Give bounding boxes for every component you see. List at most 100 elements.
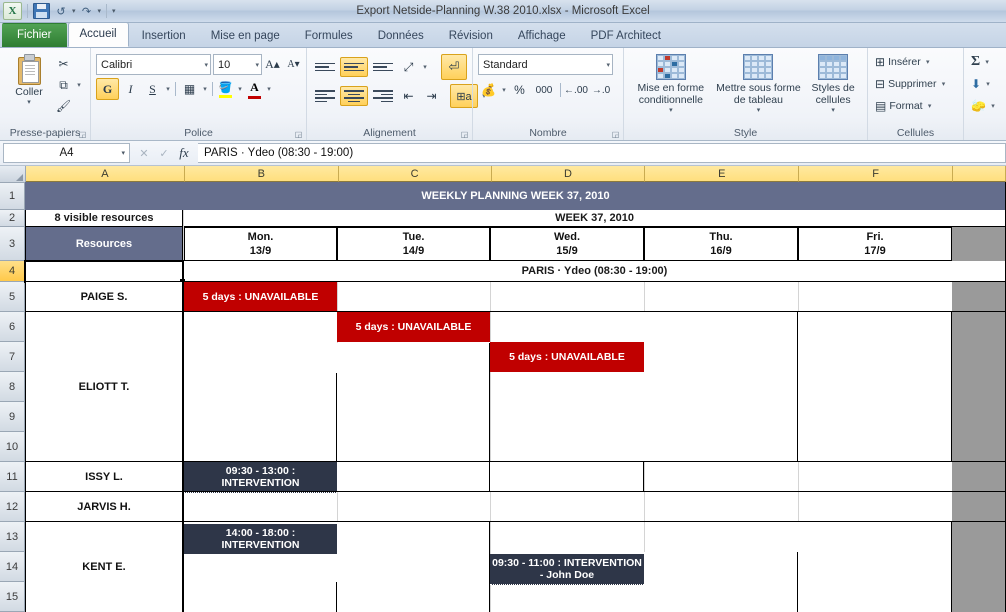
name-box-dropdown-icon[interactable]: ▾ xyxy=(121,149,125,157)
event-intervention-mon-eliott-2[interactable]: 14:00 - 18:00 : INTERVENTION xyxy=(184,524,337,554)
font-color-button[interactable]: A xyxy=(245,79,264,99)
tab-fichier[interactable]: Fichier xyxy=(2,23,67,47)
column-header-d[interactable]: D xyxy=(491,166,646,182)
cell-a4[interactable] xyxy=(25,261,183,282)
column-header-g[interactable] xyxy=(953,166,1006,182)
redo-dropdown-icon[interactable]: ▾ xyxy=(98,7,102,15)
grow-font-button[interactable]: A▴ xyxy=(262,55,283,75)
number-format-dropdown-icon[interactable]: ▾ xyxy=(606,61,610,69)
insert-cells-button[interactable]: ⊞ Insérer ▾ xyxy=(873,52,934,72)
fill-dropdown-icon[interactable]: ▾ xyxy=(984,80,992,88)
cell-visible-resources[interactable]: 8 visible resources xyxy=(25,210,183,227)
font-name-input[interactable]: Calibri ▾ xyxy=(96,54,211,75)
row-header-11[interactable]: 11 xyxy=(0,462,25,492)
quick-access-toolbar[interactable]: X ↺ ▾ ↷ ▾ ▾ xyxy=(0,2,116,20)
align-left-button[interactable] xyxy=(312,87,338,105)
row-header-15[interactable]: 15 xyxy=(0,582,25,612)
row-header-13[interactable]: 13 xyxy=(0,522,25,552)
row-header-10[interactable]: 10 xyxy=(0,432,25,462)
confirm-formula-icon[interactable]: ✓ xyxy=(154,144,174,162)
tab-affichage[interactable]: Affichage xyxy=(506,25,578,47)
wrap-text-button[interactable]: ⏎ xyxy=(441,54,467,80)
font-dialog-launcher-icon[interactable]: ◲ xyxy=(294,130,303,139)
cell-empty-mon-kent[interactable] xyxy=(184,582,337,612)
format-dropdown-icon[interactable]: ▾ xyxy=(926,102,934,110)
event-intervention-mon-eliott-1[interactable]: 09:30 - 13:00 : INTERVENTION xyxy=(184,462,337,493)
cell-empty-tue-kent[interactable] xyxy=(337,522,490,612)
tab-donnees[interactable]: Données xyxy=(366,25,436,47)
align-top-button[interactable] xyxy=(312,58,338,76)
font-size-dropdown-icon[interactable]: ▾ xyxy=(255,61,259,69)
event-unavailable-wed-paige[interactable]: 5 days : UNAVAILABLE xyxy=(490,342,644,372)
comma-style-button[interactable]: 000 xyxy=(531,80,557,100)
conditional-formatting-dropdown-icon[interactable]: ▾ xyxy=(669,106,673,114)
align-right-button[interactable] xyxy=(370,87,396,105)
event-unavailable-tue-paige[interactable]: 5 days : UNAVAILABLE xyxy=(337,312,490,342)
cell-site-label[interactable]: PARIS · Ydeo (08:30 - 19:00) xyxy=(184,261,1006,282)
cut-button[interactable]: ✂ xyxy=(53,54,85,74)
name-box[interactable]: A4 ▾ xyxy=(3,143,130,163)
row-header-7[interactable]: 7 xyxy=(0,342,25,372)
shrink-font-button[interactable]: A▾ xyxy=(283,55,304,75)
row-header-14[interactable]: 14 xyxy=(0,552,25,582)
paste-dropdown-icon[interactable]: ▾ xyxy=(27,98,31,106)
cell-resources-header[interactable]: Resources xyxy=(25,227,183,261)
cell-empty-fri-kent[interactable] xyxy=(798,522,952,612)
cell-resource-issy[interactable]: ISSY L. xyxy=(25,462,183,492)
font-size-input[interactable]: 10 ▾ xyxy=(213,54,262,75)
cell-empty-mon-eliott[interactable] xyxy=(184,373,337,462)
conditional-formatting-button[interactable]: Mise en forme conditionnelle ▾ xyxy=(629,52,713,114)
event-unavailable-mon-paige[interactable]: 5 days : UNAVAILABLE xyxy=(184,282,337,312)
decrease-indent-button[interactable]: ⇤ xyxy=(398,86,419,106)
fill-color-dropdown-icon[interactable]: ▾ xyxy=(236,85,244,93)
number-format-select[interactable]: Standard ▾ xyxy=(478,54,613,75)
cell-empty-wed-issy[interactable] xyxy=(490,462,644,492)
cell-day-wed[interactable]: Wed. 15/9 xyxy=(490,227,644,261)
tab-insertion[interactable]: Insertion xyxy=(130,25,198,47)
cell-styles-button[interactable]: Styles de cellules ▾ xyxy=(804,52,862,114)
column-header-a[interactable]: A xyxy=(25,166,185,182)
insert-dropdown-icon[interactable]: ▾ xyxy=(924,58,932,66)
cell-day-mon[interactable]: Mon. 13/9 xyxy=(184,227,337,261)
column-header-f[interactable]: F xyxy=(799,166,954,182)
autosum-dropdown-icon[interactable]: ▾ xyxy=(983,58,991,66)
cell-day-thu[interactable]: Thu. 16/9 xyxy=(644,227,798,261)
align-bottom-button[interactable] xyxy=(370,58,396,76)
fill-color-button[interactable]: 🪣 xyxy=(216,79,235,99)
cell-empty-fri-eliott[interactable] xyxy=(798,312,952,462)
number-dialog-launcher-icon[interactable]: ◲ xyxy=(611,130,620,139)
delete-cells-button[interactable]: ⊟ Supprimer ▾ xyxy=(873,74,950,94)
spreadsheet-grid[interactable]: A B C D E F 1 2 3 4 5 6 7 8 9 10 11 12 1… xyxy=(0,166,1006,612)
column-header-e[interactable]: E xyxy=(645,166,800,182)
decrease-decimal-button[interactable]: →.0 xyxy=(589,80,613,100)
copy-dropdown-icon[interactable]: ▾ xyxy=(75,81,83,89)
accounting-dropdown-icon[interactable]: ▾ xyxy=(500,86,508,94)
tab-revision[interactable]: Révision xyxy=(437,25,505,47)
save-icon[interactable] xyxy=(33,3,50,19)
customize-qat-icon[interactable]: ▾ xyxy=(112,7,116,15)
font-name-dropdown-icon[interactable]: ▾ xyxy=(204,61,208,69)
cancel-formula-icon[interactable]: ✕ xyxy=(134,144,154,162)
tab-mise-en-page[interactable]: Mise en page xyxy=(199,25,292,47)
cell-resource-eliott[interactable]: ELIOTT T. xyxy=(25,312,183,462)
italic-button[interactable]: I xyxy=(120,79,141,99)
increase-indent-button[interactable]: ⇥ xyxy=(421,86,442,106)
tab-pdf-architect[interactable]: PDF Architect xyxy=(579,25,673,47)
borders-dropdown-icon[interactable]: ▾ xyxy=(201,85,209,93)
autosum-button[interactable]: Σ ▾ xyxy=(969,52,993,72)
format-cells-button[interactable]: ▤ Format ▾ xyxy=(873,96,936,116)
row-header-12[interactable]: 12 xyxy=(0,492,25,522)
row-header-8[interactable]: 8 xyxy=(0,372,25,402)
underline-dropdown-icon[interactable]: ▾ xyxy=(164,85,172,93)
fill-button[interactable]: ⬇ ▾ xyxy=(969,74,994,94)
cell-empty-thu-eliott[interactable] xyxy=(644,312,798,462)
cell-banner-title[interactable]: WEEKLY PLANNING WEEK 37, 2010 xyxy=(25,182,1006,210)
column-header-c[interactable]: C xyxy=(338,166,492,182)
undo-icon[interactable]: ↺ xyxy=(53,3,69,19)
format-as-table-dropdown-icon[interactable]: ▾ xyxy=(757,106,761,114)
cell-resource-paige[interactable]: PAIGE S. xyxy=(25,282,183,312)
row-header-1[interactable]: 1 xyxy=(0,182,25,210)
row-header-5[interactable]: 5 xyxy=(0,282,25,312)
cell-empty-tue-issy[interactable] xyxy=(337,462,490,492)
alignment-dialog-launcher-icon[interactable]: ◲ xyxy=(460,130,469,139)
